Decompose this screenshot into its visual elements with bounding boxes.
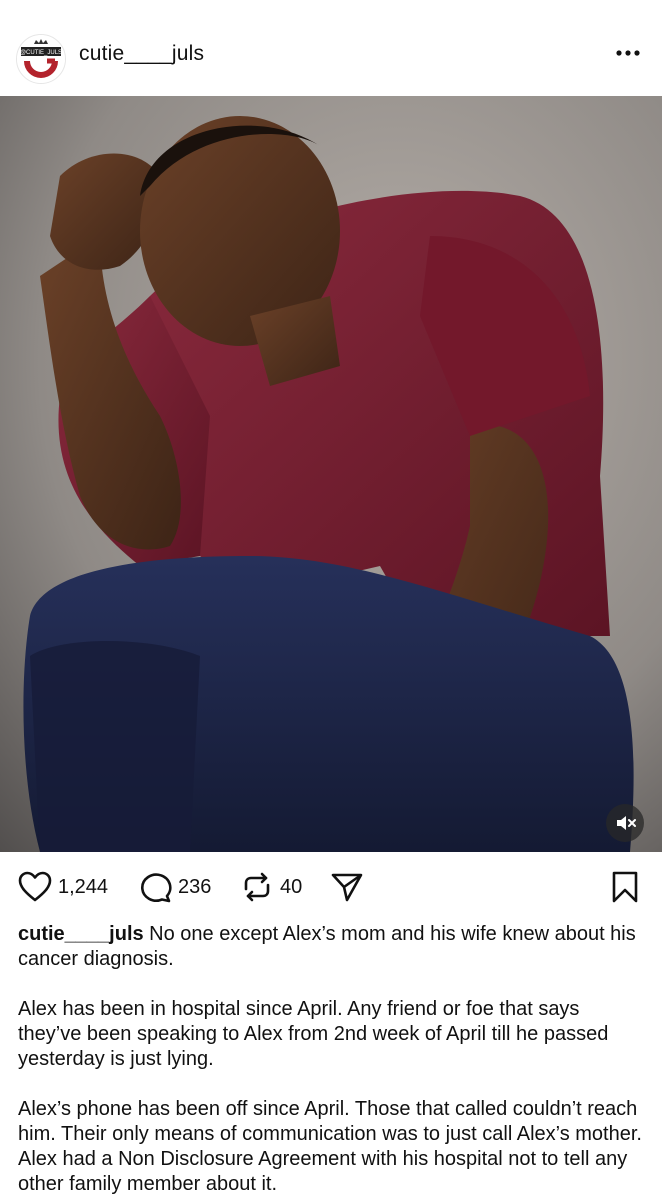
like-count: 1,244 <box>58 875 109 898</box>
post-caption: cutie____juls No one except Alex’s mom a… <box>18 922 648 1200</box>
post-header: @CUTIE_JULS cutie____juls <box>0 0 662 96</box>
caption-paragraph-3: Alex’s phone has been off since April. T… <box>18 1098 642 1195</box>
caption-paragraph-2: Alex has been in hospital since April. A… <box>18 998 609 1070</box>
heart-icon <box>18 871 52 902</box>
post-username[interactable]: cutie____juls <box>79 42 204 66</box>
like-button[interactable]: 1,244 <box>18 870 108 904</box>
avatar-text: @CUTIE_JULS <box>20 50 62 56</box>
comment-button[interactable]: 236 <box>138 870 211 904</box>
action-bar: 1,244 236 40 <box>0 860 662 912</box>
avatar-logo: @CUTIE_JULS <box>17 35 65 83</box>
send-icon <box>331 873 363 902</box>
portrait-illustration <box>0 96 662 852</box>
bookmark-icon <box>612 871 638 903</box>
comment-bubble-icon <box>141 873 172 903</box>
comment-count: 236 <box>178 875 212 898</box>
caption-paragraph-1: cutie____juls No one except Alex’s mom a… <box>18 922 648 972</box>
repost-icon <box>244 872 270 902</box>
post-page: @CUTIE_JULS cutie____juls 1,244 236 40 c… <box>0 0 662 1200</box>
caption-username[interactable]: cutie____juls <box>18 923 144 945</box>
mute-button[interactable] <box>606 804 644 842</box>
repost-button[interactable]: 40 <box>240 870 302 904</box>
repost-count: 40 <box>280 875 303 898</box>
mute-icon <box>617 816 636 830</box>
ellipsis-icon[interactable] <box>614 46 642 60</box>
bookmark-button[interactable] <box>610 870 640 904</box>
avatar[interactable]: @CUTIE_JULS <box>16 34 66 84</box>
share-button[interactable] <box>330 870 364 904</box>
post-image[interactable] <box>0 96 662 852</box>
